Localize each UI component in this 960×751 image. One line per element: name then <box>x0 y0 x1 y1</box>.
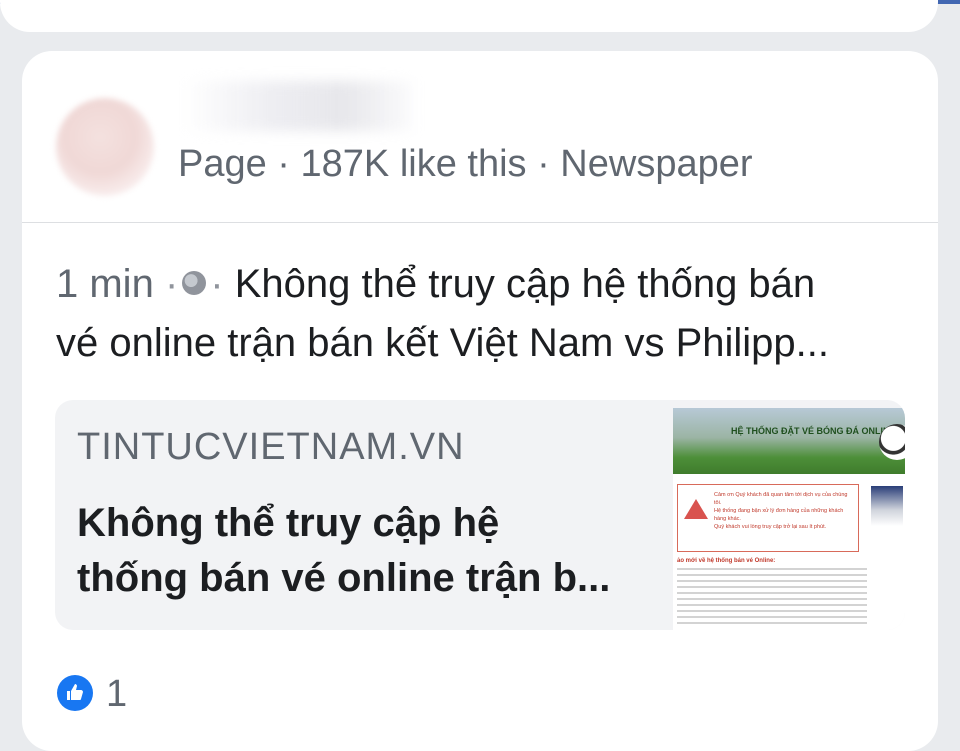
link-thumbnail[interactable]: HỆ THỐNG ĐẶT VÉ BÓNG ĐÁ ONLINE Cảm ơn Qu… <box>673 408 905 630</box>
post-card: Page · 187K like this · Newspaper 1 min … <box>22 51 938 751</box>
separator-dot: · <box>210 262 224 306</box>
thumbnail-alert-text: Cảm ơn Quý khách đã quan tâm tới dịch vụ… <box>714 491 854 531</box>
thumbnail-body-text <box>677 568 867 624</box>
thumbnail-banner <box>673 408 905 474</box>
globe-icon <box>182 271 207 296</box>
page-avatar[interactable] <box>56 98 154 196</box>
divider <box>22 222 938 223</box>
alert-line: Hệ thống đang bận xử lý đơn hàng của nhữ… <box>714 508 844 522</box>
like-reaction-icon[interactable] <box>57 675 93 711</box>
thumbnail-banner-text: HỆ THỐNG ĐẶT VÉ BÓNG ĐÁ ONLINE <box>731 426 896 436</box>
link-domain: TINTUCVIETNAM.VN <box>77 426 465 468</box>
alert-line: Quý khách vui lòng truy cập trở lại sau … <box>714 524 827 530</box>
post-text: Không thể truy cập hệ thống bán <box>234 262 816 306</box>
post-text-line2: vé online trận bán kết Việt Nam vs Phili… <box>56 321 830 365</box>
like-count[interactable]: 1 <box>106 673 127 716</box>
previous-post-card <box>0 0 938 32</box>
link-title-line2: thống bán vé online trận b... <box>77 556 611 600</box>
page-meta: Page · 187K like this · Newspaper <box>178 143 753 185</box>
page-name-blurred[interactable] <box>182 81 412 131</box>
post-timestamp[interactable]: 1 min <box>56 262 154 306</box>
post-text-line1: 1 min · · Không thể truy cập hệ thống bán <box>56 262 815 307</box>
link-title-line1: Không thể truy cập hệ <box>77 501 500 545</box>
alert-line: Cảm ơn Quý khách đã quan tâm tới dịch vụ… <box>714 492 848 506</box>
thumbs-up-icon <box>67 684 83 700</box>
separator-dot: · <box>164 262 179 306</box>
thumbnail-alert-box: Cảm ơn Quý khách đã quan tâm tới dịch vụ… <box>677 484 859 552</box>
warning-icon <box>684 499 708 519</box>
link-preview-card[interactable]: TINTUCVIETNAM.VN Không thể truy cập hệ t… <box>55 400 905 630</box>
thumbnail-heading: ảo mới về hệ thống bán vé Online: <box>677 558 776 564</box>
thumbnail-side-image <box>871 486 903 526</box>
